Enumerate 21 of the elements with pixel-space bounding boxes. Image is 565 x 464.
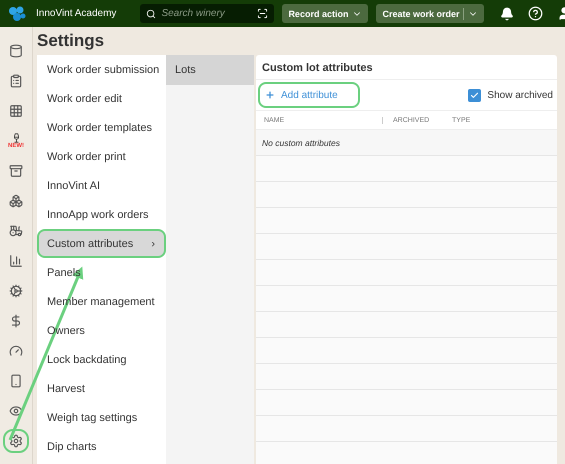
settings-menu-item[interactable]: Weigh tag settings <box>37 403 166 432</box>
search-field[interactable]: Search winery <box>140 4 274 23</box>
settings-menu-item[interactable]: Work order edit <box>37 84 166 113</box>
settings-menu-item[interactable]: Work order templates <box>37 113 166 142</box>
organization-name[interactable]: InnoVint Academy <box>36 8 116 19</box>
create-work-order-button[interactable]: Create work order <box>376 4 484 23</box>
settings-menu-item[interactable]: InnoVint AI <box>37 171 166 200</box>
page-title: Settings <box>37 31 106 51</box>
settings-menu-item[interactable]: Work order print <box>37 142 166 171</box>
card-title: Custom lot attributes <box>256 55 557 80</box>
search-input[interactable]: Search winery <box>161 8 252 19</box>
submenu-item[interactable]: Lots <box>166 55 254 85</box>
settings-menu-item[interactable]: Work order submission <box>37 55 166 84</box>
settings-menu-item[interactable]: Harvest <box>37 374 166 403</box>
checkbox-label: Show archived <box>487 90 553 100</box>
settings-menu-item[interactable]: InnoApp work orders <box>37 200 166 229</box>
record-action-button[interactable]: Record action <box>282 4 368 23</box>
settings-menu-item[interactable]: Dip charts <box>37 432 166 461</box>
settings-menu-item[interactable]: Custom attributes › <box>37 229 166 258</box>
settings-menu-item[interactable]: Lock backdating <box>37 345 166 374</box>
empty-message: No custom attributes <box>256 130 557 156</box>
